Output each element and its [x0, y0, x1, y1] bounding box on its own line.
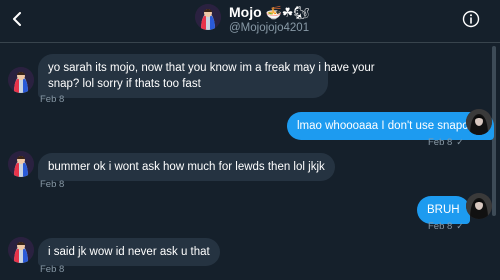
avatar-image	[8, 67, 34, 93]
sender-avatar[interactable]	[8, 151, 34, 177]
message-timestamp: Feb 8	[40, 179, 65, 190]
message-bubble-incoming[interactable]: yo sarah its mojo, now that you know im …	[38, 54, 375, 98]
message-bubble-incoming[interactable]: i said jk wow id never ask u that	[38, 238, 220, 266]
message-timestamp: Feb 8	[428, 137, 453, 148]
back-button[interactable]	[6, 8, 28, 30]
avatar-image	[195, 4, 221, 30]
message-bubble-outgoing[interactable]: lmao whoooaaa I don't use snapchat	[287, 112, 494, 140]
message-text: lmao whoooaaa I don't use snapchat	[297, 120, 484, 132]
message-meta: Feb 8 ✓	[428, 137, 464, 148]
message-bubble-outgoing[interactable]: BRUH	[417, 196, 470, 224]
sender-avatar[interactable]	[8, 67, 34, 93]
sender-avatar[interactable]	[8, 237, 34, 263]
message-timestamp: Feb 8	[428, 221, 453, 232]
contact-handle[interactable]: @Mojojojo4201	[229, 21, 309, 35]
message-text-line: yo sarah its mojo, now that you know im …	[48, 62, 375, 74]
message-text: i said jk wow id never ask u that	[48, 246, 210, 258]
avatar-image	[466, 193, 492, 219]
contact-avatar[interactable]	[195, 4, 221, 30]
message-text: BRUH	[427, 204, 460, 216]
message-timestamp: Feb 8	[40, 264, 65, 275]
check-icon: ✓	[456, 138, 464, 148]
check-icon: ✓	[456, 222, 464, 232]
dm-conversation-screen: Mojo 🍜☘🐿 @Mojojojo4201 yo sarah its mojo…	[0, 0, 500, 280]
message-timestamp: Feb 8	[40, 94, 65, 105]
message-meta: Feb 8 ✓	[428, 221, 464, 232]
chevron-left-icon	[13, 12, 21, 26]
message-text: bummer ok i wont ask how much for lewds …	[48, 161, 325, 173]
own-avatar[interactable]	[466, 109, 492, 135]
avatar-image	[8, 237, 34, 263]
contact-name-emojis: 🍜☘🐿	[265, 6, 310, 21]
avatar-image	[466, 109, 492, 135]
contact-name[interactable]: Mojo 🍜☘🐿	[229, 3, 310, 23]
avatar-image	[8, 151, 34, 177]
info-icon	[462, 10, 480, 28]
own-avatar[interactable]	[466, 193, 492, 219]
conversation-info-button[interactable]	[462, 10, 480, 28]
message-bubble-incoming[interactable]: bummer ok i wont ask how much for lewds …	[38, 153, 335, 181]
conversation-header: Mojo 🍜☘🐿 @Mojojojo4201	[0, 0, 500, 43]
contact-name-text: Mojo	[229, 4, 262, 20]
message-text-line: snap? lol sorry if thats too fast	[48, 78, 201, 90]
